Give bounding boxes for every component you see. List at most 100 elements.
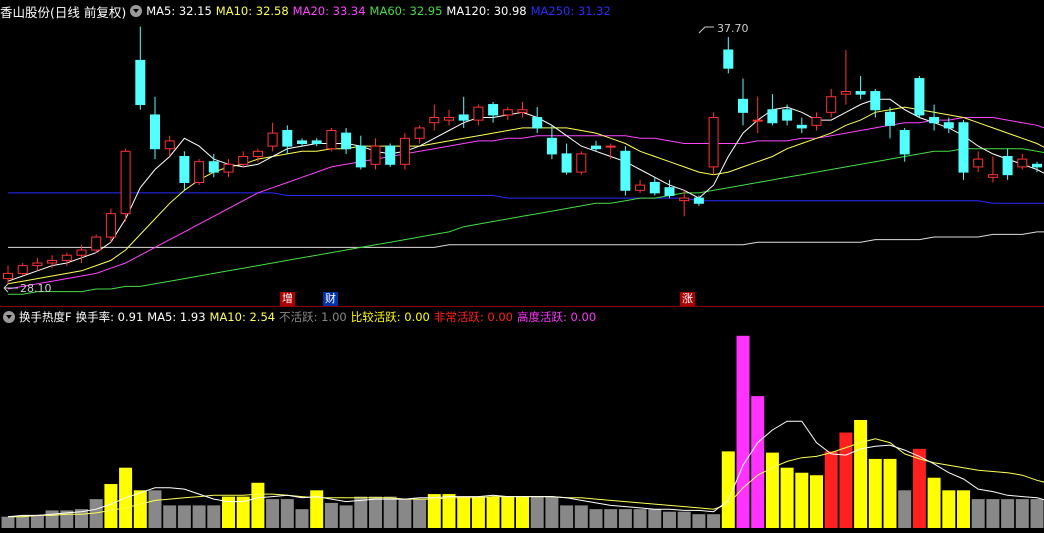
turnover-bar [501,496,515,528]
turnover-bar [471,496,485,528]
legend-moderately-active: 比较活跃: 0.00 [350,310,430,324]
high-annotation: 37.70 [698,22,749,35]
turnover-bar [16,515,30,528]
candle [576,151,587,175]
candle-body [3,272,13,280]
candle [752,96,763,134]
candle-body [179,156,190,183]
turnover-bar [824,451,838,528]
candle-body [796,124,807,129]
turnover-bar [589,509,603,528]
turnover-bar [751,396,765,528]
candle-body [47,259,58,264]
event-tag-rise[interactable]: 涨 [680,292,695,306]
turnover-bar [795,472,809,528]
candle [855,75,866,100]
candle [1032,161,1042,173]
candle-body [341,132,352,150]
candle-body [91,236,102,251]
turnover-bar [30,515,44,528]
candle [179,151,190,191]
turnover-bar [663,511,676,528]
candle-body [738,98,748,113]
candle [796,117,807,134]
turnover-bar [545,496,559,528]
turnover-bar [1030,499,1044,528]
candle-body [399,137,410,165]
candle-body [561,153,572,173]
event-tag-increase[interactable]: 增 [280,292,295,306]
candle-body [326,130,337,150]
legend-ma10: MA10: 32.58 [215,4,289,18]
candle-body [76,249,87,256]
candle-body [223,163,234,173]
candle [326,127,337,152]
candle-body [267,132,278,147]
candle [929,104,940,131]
turnover-bar [839,432,853,528]
turnover-bar [692,514,706,528]
turnover-bar-chart[interactable] [0,327,1044,533]
turnover-bar [1015,499,1029,528]
legend-ma60: MA60: 32.95 [369,4,443,18]
candle [649,177,660,196]
candle-body [150,114,160,150]
legend-turnover-ma5: MA5: 1.93 [147,310,206,324]
turnover-bar [369,496,382,528]
candle-body [473,106,484,121]
candle [32,257,43,271]
main-indicator-dropdown-icon[interactable] [130,5,143,17]
candle [458,96,469,128]
candle-body [987,174,998,178]
turnover-bar [560,505,574,528]
candle-body [311,140,322,145]
turnover-bar [736,335,750,528]
turnover-bar [324,502,338,528]
candle [194,159,205,186]
price-line-ma10 [7,106,1044,285]
candle [708,112,719,175]
stock-title: 香山股份(日线 前复权) [0,4,127,20]
candle [473,104,484,126]
candle [620,146,631,196]
candle-body [502,109,513,116]
candle-body [414,127,425,139]
candle [120,148,131,222]
candle-body [429,117,440,124]
candle-body [723,49,734,69]
candle-body [620,150,631,191]
candle-body [208,161,219,173]
candle [973,151,984,173]
legend-highly-active: 高度活跃: 0.00 [517,310,597,324]
candle [1017,153,1028,170]
candle [135,26,146,110]
candle [282,125,293,154]
turnover-bar [457,496,471,528]
candle [414,125,425,144]
candle [870,88,881,118]
turnover-bar [971,499,985,528]
turnover-bar [912,448,926,528]
main-legend: 香山股份(日线 前复权) MA5: 32.15 MA10: 32.58 MA20… [0,1,615,21]
turnover-bar [148,490,162,528]
candle-body [17,265,28,274]
candle [444,109,454,126]
candle-body [32,262,43,267]
candle-body [282,130,293,147]
candlestick-chart[interactable]: 37.70 28.10 [0,20,1044,307]
candle-body [649,181,660,194]
sub-indicator-dropdown-icon[interactable] [3,311,15,323]
turnover-bar [780,467,794,528]
candle-body [370,145,381,165]
turnover-bar [207,505,221,528]
turnover-bar [810,475,823,528]
legend-ma120: MA120: 30.98 [446,4,527,18]
candle [355,135,366,170]
candle [811,112,822,131]
candle [223,159,234,178]
candle [341,127,352,154]
legend-turnover-ma10: MA10: 2.54 [209,310,276,324]
candle-body [635,184,646,191]
event-tag-finance[interactable]: 财 [323,292,338,306]
candle-body [458,114,469,121]
